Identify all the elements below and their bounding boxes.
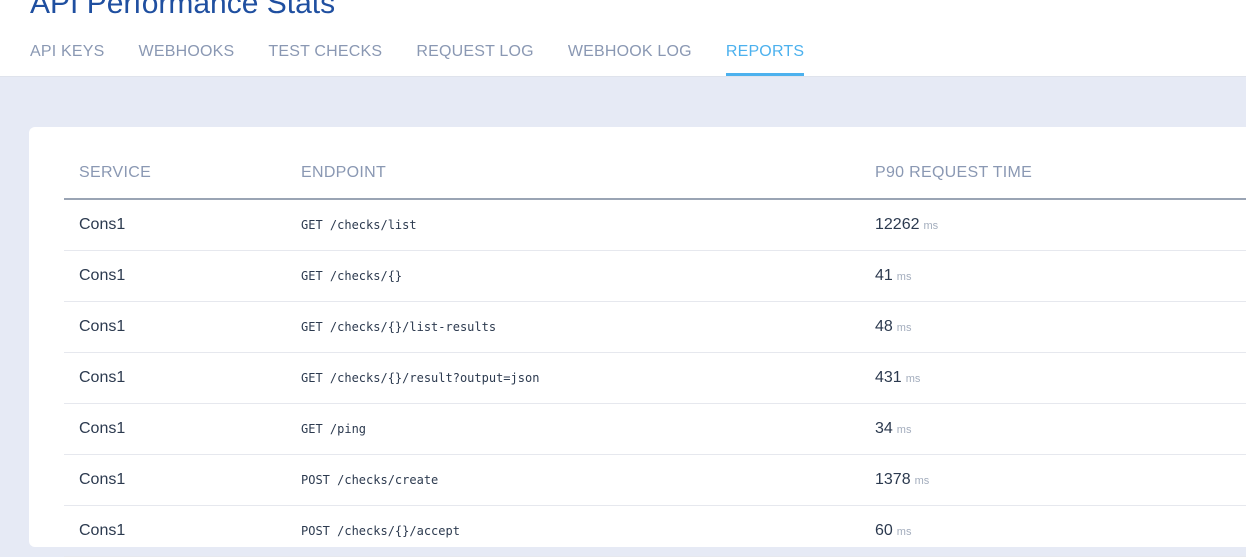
endpoint-cell: POST /checks/create: [301, 473, 439, 487]
request-time-unit: ms: [923, 220, 939, 232]
request-time-unit: ms: [896, 526, 912, 538]
request-time-value: 41: [875, 267, 893, 284]
page-title: API Performance Stats: [30, 0, 336, 20]
request-time-unit: ms: [896, 271, 912, 283]
service-cell: Cons1: [79, 369, 126, 386]
tab-request-log[interactable]: REQUEST LOG: [416, 42, 534, 76]
table-row: Cons1 GET /checks/{}/list-results 48 ms: [64, 302, 1246, 353]
request-time-value: 431: [875, 369, 902, 386]
request-time-value: 48: [875, 318, 893, 335]
column-header-service[interactable]: SERVICE: [79, 164, 151, 182]
endpoint-cell: GET /checks/{}/list-results: [301, 320, 497, 334]
table-header: SERVICE ENDPOINT P90 REQUEST TIME: [64, 150, 1246, 200]
tab-bar: API KEYS WEBHOOKS TEST CHECKS REQUEST LO…: [30, 42, 838, 76]
table-row: Cons1 GET /ping 34 ms: [64, 404, 1246, 455]
request-time-cell: 34 ms: [875, 404, 911, 455]
performance-table: SERVICE ENDPOINT P90 REQUEST TIME Cons1 …: [64, 150, 1246, 557]
request-time-value: 60: [875, 522, 893, 539]
tab-webhook-log[interactable]: WEBHOOK LOG: [568, 42, 692, 76]
request-time-cell: 1378 ms: [875, 455, 929, 506]
endpoint-cell: GET /checks/{}/result?output=json: [301, 371, 540, 385]
request-time-unit: ms: [896, 322, 912, 334]
tab-api-keys[interactable]: API KEYS: [30, 42, 105, 76]
service-cell: Cons1: [79, 471, 126, 488]
endpoint-cell: GET /checks/list: [301, 218, 417, 232]
service-cell: Cons1: [79, 216, 126, 233]
service-cell: Cons1: [79, 420, 126, 437]
endpoint-cell: GET /ping: [301, 422, 367, 436]
table-row: Cons1 GET /checks/{} 41 ms: [64, 251, 1246, 302]
report-card: SERVICE ENDPOINT P90 REQUEST TIME Cons1 …: [29, 127, 1246, 557]
request-time-cell: 60 ms: [875, 506, 911, 557]
request-time-cell: 41 ms: [875, 251, 911, 302]
request-time-unit: ms: [896, 424, 912, 436]
request-time-value: 1378: [875, 471, 911, 488]
endpoint-cell: POST /checks/{}/accept: [301, 524, 460, 538]
column-header-p90-time[interactable]: P90 REQUEST TIME: [875, 164, 1032, 182]
service-cell: Cons1: [79, 318, 126, 335]
request-time-cell: 12262 ms: [875, 200, 938, 251]
request-time-unit: ms: [905, 373, 921, 385]
service-cell: Cons1: [79, 522, 126, 539]
table-row: Cons1 POST /checks/create 1378 ms: [64, 455, 1246, 506]
request-time-value: 12262: [875, 216, 920, 233]
request-time-cell: 48 ms: [875, 302, 911, 353]
request-time-unit: ms: [914, 475, 930, 487]
request-time-value: 34: [875, 420, 893, 437]
tab-test-checks[interactable]: TEST CHECKS: [268, 42, 382, 76]
table-row: Cons1 POST /checks/{}/accept 60 ms: [64, 506, 1246, 557]
page-header: API Performance Stats API KEYS WEBHOOKS …: [0, 0, 1246, 77]
table-row: Cons1 GET /checks/list 12262 ms: [64, 200, 1246, 251]
column-header-endpoint[interactable]: ENDPOINT: [301, 164, 386, 182]
service-cell: Cons1: [79, 267, 126, 284]
endpoint-cell: GET /checks/{}: [301, 269, 403, 283]
tab-webhooks[interactable]: WEBHOOKS: [139, 42, 235, 76]
request-time-cell: 431 ms: [875, 353, 920, 404]
table-row: Cons1 GET /checks/{}/result?output=json …: [64, 353, 1246, 404]
tab-reports[interactable]: REPORTS: [725, 42, 805, 76]
